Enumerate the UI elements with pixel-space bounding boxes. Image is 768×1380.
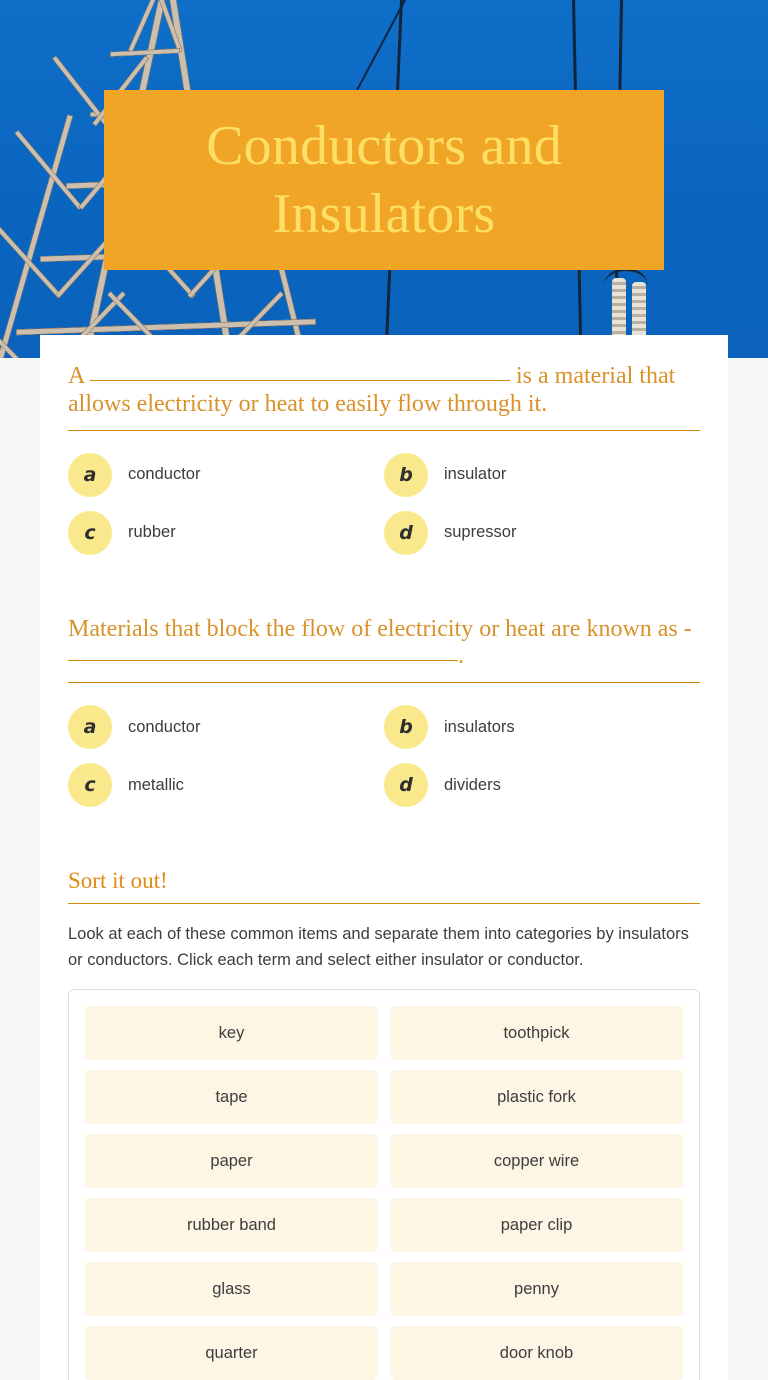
question-1-text: A is a material that allows electricity … bbox=[68, 363, 700, 431]
option-label: insulator bbox=[444, 465, 507, 484]
option-q2-b[interactable]: b insulators bbox=[384, 702, 700, 752]
sort-item[interactable]: glass bbox=[85, 1262, 378, 1317]
sort-items-panel: key toothpick tape plastic fork paper co… bbox=[68, 989, 700, 1380]
sort-item[interactable]: quarter bbox=[85, 1326, 378, 1380]
question-2-blank[interactable] bbox=[68, 660, 458, 662]
option-q2-a[interactable]: a conductor bbox=[68, 702, 384, 752]
question-block-1: A is a material that allows electricity … bbox=[68, 363, 700, 558]
sort-item[interactable]: key bbox=[85, 1006, 378, 1061]
option-label: rubber bbox=[128, 523, 176, 542]
question-2-text: Materials that block the flow of electri… bbox=[68, 616, 700, 684]
option-q2-c[interactable]: c metallic bbox=[68, 760, 384, 810]
option-letter-bubble: a bbox=[68, 705, 112, 750]
option-label: metallic bbox=[128, 775, 184, 794]
option-letter-bubble: d bbox=[384, 510, 428, 555]
sort-section-description: Look at each of these common items and s… bbox=[68, 925, 689, 969]
option-q1-c[interactable]: c rubber bbox=[68, 508, 384, 558]
sort-item[interactable]: penny bbox=[390, 1262, 683, 1317]
question-1-blank[interactable] bbox=[90, 380, 511, 381]
sort-item[interactable]: toothpick bbox=[390, 1006, 683, 1061]
option-label: supressor bbox=[444, 523, 517, 542]
option-label: conductor bbox=[128, 465, 201, 484]
question-block-2: Materials that block the flow of electri… bbox=[68, 616, 700, 811]
sort-item[interactable]: plastic fork bbox=[390, 1070, 683, 1125]
question-2-suffix: . bbox=[458, 643, 464, 670]
sort-item[interactable]: rubber band bbox=[85, 1198, 378, 1253]
sort-item[interactable]: paper clip bbox=[390, 1198, 683, 1253]
option-q2-d[interactable]: d dividers bbox=[384, 760, 700, 810]
question-1-options: a conductor b insulator c rubber d supre… bbox=[68, 431, 700, 558]
sort-item[interactable]: paper bbox=[85, 1134, 378, 1189]
worksheet-title-box: Conductors and Insulators bbox=[104, 90, 664, 270]
option-letter-bubble: b bbox=[384, 705, 428, 750]
sort-item[interactable]: copper wire bbox=[390, 1134, 683, 1189]
sort-section-heading: Sort it out! bbox=[68, 868, 700, 905]
worksheet-card: A is a material that allows electricity … bbox=[40, 335, 728, 1380]
option-q1-d[interactable]: d supressor bbox=[384, 508, 700, 558]
option-letter-bubble: a bbox=[68, 452, 112, 497]
sort-section: Sort it out! Look at each of these commo… bbox=[68, 868, 700, 1380]
sort-item[interactable]: door knob bbox=[390, 1326, 683, 1380]
sort-item[interactable]: tape bbox=[85, 1070, 378, 1125]
option-label: conductor bbox=[128, 717, 201, 736]
question-2-options: a conductor b insulators c metallic d di… bbox=[68, 683, 700, 810]
option-letter-bubble: c bbox=[68, 510, 112, 555]
option-q1-b[interactable]: b insulator bbox=[384, 450, 700, 500]
option-label: dividers bbox=[444, 775, 501, 794]
question-1-prefix: A bbox=[68, 363, 85, 389]
question-1-suffix: is a material that allows electricity or… bbox=[68, 363, 676, 417]
option-q1-a[interactable]: a conductor bbox=[68, 450, 384, 500]
page-title: Conductors and Insulators bbox=[206, 114, 562, 245]
option-letter-bubble: c bbox=[68, 763, 112, 808]
option-label: insulators bbox=[444, 717, 515, 736]
question-2-prefix: Materials that block the flow of electri… bbox=[68, 615, 692, 642]
option-letter-bubble: b bbox=[384, 452, 428, 497]
option-letter-bubble: d bbox=[384, 763, 428, 808]
